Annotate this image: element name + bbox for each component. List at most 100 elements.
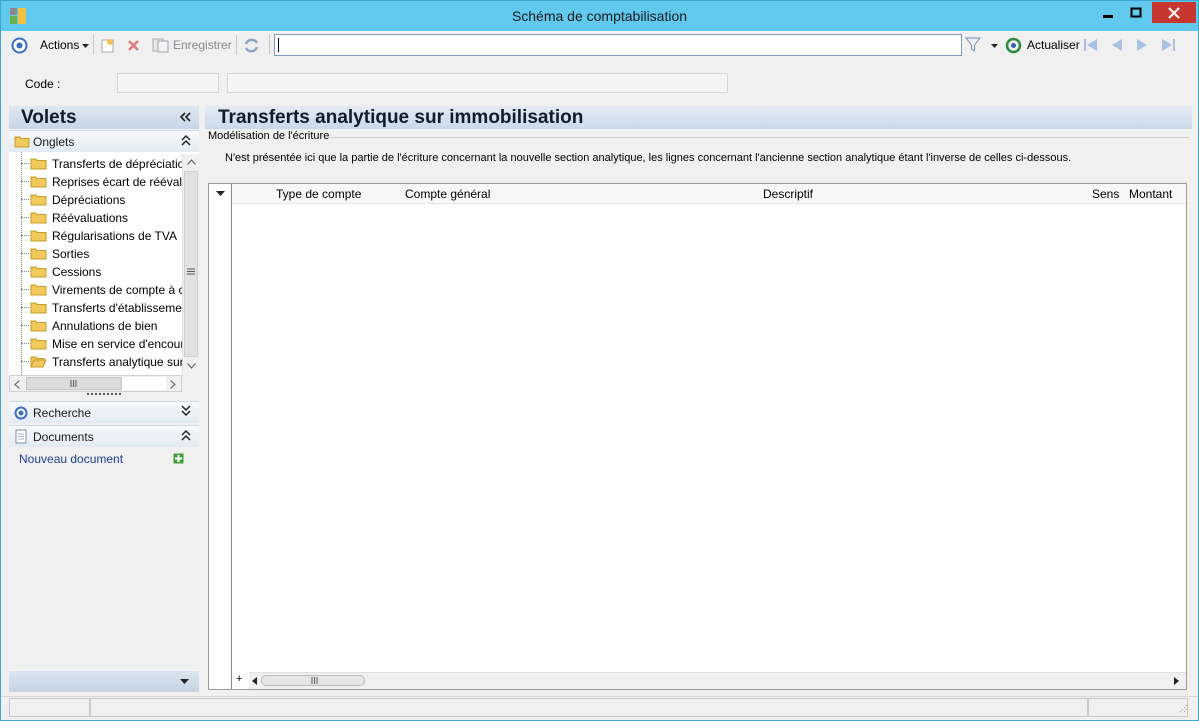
tree-item[interactable]: Transferts de dépréciation xyxy=(9,155,182,173)
tree-item-label: Reprises écart de réévaluation xyxy=(52,175,182,189)
group-divider xyxy=(327,137,1189,138)
add-icon[interactable] xyxy=(173,453,184,464)
folder-icon xyxy=(30,320,47,332)
toolbar-separator xyxy=(269,35,270,55)
tree-item-label: Réévaluations xyxy=(52,211,129,225)
column-header[interactable]: Compte général xyxy=(405,187,490,201)
folder-icon xyxy=(30,284,47,296)
save-button[interactable]: Enregistrer xyxy=(152,36,232,54)
documents-toggle[interactable] xyxy=(181,429,191,444)
back-button[interactable] xyxy=(11,36,28,54)
recherche-toggle[interactable] xyxy=(181,405,191,420)
tree-item-label: Cessions xyxy=(52,265,102,279)
tree-item[interactable]: Annulations de bien xyxy=(9,317,181,335)
refresh-button[interactable]: Actualiser xyxy=(1005,36,1080,54)
last-record-button[interactable] xyxy=(1160,36,1176,54)
tree-guide-line xyxy=(21,343,29,344)
tree-item[interactable]: Transferts analytique sur immobilisation xyxy=(9,353,182,371)
new-document-icon xyxy=(101,38,114,52)
tree-item[interactable]: Reprises écart de réévaluation xyxy=(9,173,182,191)
close-button[interactable] xyxy=(1152,2,1196,23)
resize-grip-icon[interactable] xyxy=(1177,703,1188,714)
group-label: Modélisation de l'écriture xyxy=(208,130,330,142)
onglets-toggle[interactable] xyxy=(181,134,191,149)
tree-guide-line xyxy=(21,289,29,290)
sync-button[interactable] xyxy=(243,36,260,54)
scroll-down-icon xyxy=(187,363,196,369)
documents-section-header[interactable]: Documents xyxy=(9,425,199,447)
window-title: Schéma de comptabilisation xyxy=(511,8,688,24)
add-row-button[interactable]: + xyxy=(236,673,242,685)
actions-menu-button[interactable]: Actions xyxy=(40,36,90,54)
collapse-sidebar-button[interactable] xyxy=(179,110,191,126)
minimize-button[interactable] xyxy=(1094,2,1122,23)
new-document-link[interactable]: Nouveau document xyxy=(19,452,123,466)
filter-button[interactable] xyxy=(965,36,981,54)
tree-item[interactable]: Réévaluations xyxy=(9,209,181,227)
grid-horizontal-scrollbar[interactable] xyxy=(249,672,1186,689)
sync-icon xyxy=(244,38,259,52)
tree-guide-line xyxy=(21,181,29,182)
new-button[interactable] xyxy=(100,36,115,54)
column-header[interactable]: Descriptif xyxy=(763,187,813,201)
toolbar: Actions Enregistrer Actualiser xyxy=(1,31,1198,60)
folder-icon xyxy=(30,212,47,224)
tree-guide-line xyxy=(21,253,29,254)
scroll-left-icon xyxy=(14,380,20,389)
open-folder-icon xyxy=(30,356,47,368)
code-field[interactable] xyxy=(117,73,219,93)
maximize-button[interactable] xyxy=(1122,2,1150,23)
tree-item[interactable]: Transferts d'établissement xyxy=(9,299,182,317)
folder-icon xyxy=(30,230,47,242)
tree-horizontal-scrollbar[interactable] xyxy=(9,375,182,392)
tree-vertical-scrollbar[interactable] xyxy=(182,154,199,375)
chevron-down-icon xyxy=(991,43,998,48)
folder-icon xyxy=(30,302,47,314)
page-title: Transferts analytique sur immobilisation xyxy=(218,107,584,128)
column-header[interactable]: Montant xyxy=(1129,187,1172,201)
recherche-section-header[interactable]: Recherche xyxy=(9,401,199,423)
code-row: Code : xyxy=(1,60,1198,106)
column-header[interactable]: Sens xyxy=(1092,187,1119,201)
next-record-icon xyxy=(1137,39,1147,51)
scroll-thumb[interactable] xyxy=(184,171,198,357)
tree-item[interactable]: Cessions xyxy=(9,263,181,281)
documents-label: Documents xyxy=(33,430,94,444)
double-chevron-up-icon xyxy=(181,134,191,146)
filter-dropdown[interactable] xyxy=(990,36,999,54)
folder-icon xyxy=(14,136,30,148)
tree-guide-line xyxy=(21,199,29,200)
tree-item-label: Annulations de bien xyxy=(52,319,158,333)
column-menu-icon[interactable] xyxy=(216,191,225,197)
sidebar-title: Volets xyxy=(21,107,77,128)
previous-record-button[interactable] xyxy=(1110,36,1124,54)
delete-button[interactable] xyxy=(127,36,140,54)
double-chevron-up-icon xyxy=(181,429,191,441)
sidebar-footer[interactable] xyxy=(9,671,199,692)
circle-back-icon xyxy=(11,37,28,53)
code-description-field[interactable] xyxy=(227,73,728,93)
tree-item-label: Mise en service d'encours xyxy=(52,337,182,351)
search-input[interactable] xyxy=(274,34,962,56)
splitter-grip[interactable] xyxy=(87,393,121,395)
onglets-section-header[interactable]: Onglets xyxy=(9,130,199,152)
scroll-up-icon xyxy=(187,159,196,165)
tree-item-label: Sorties xyxy=(52,247,90,261)
tree-item[interactable]: Régularisations de TVA xyxy=(9,227,181,245)
status-cell xyxy=(1088,698,1188,717)
scroll-right-icon xyxy=(1174,677,1179,685)
tree-item[interactable]: Virements de compte à compte xyxy=(9,281,182,299)
tree-item[interactable]: Mise en service d'encours xyxy=(9,335,182,353)
main-panel: Transferts analytique sur immobilisation… xyxy=(205,106,1192,692)
tree-item[interactable]: Dépréciations xyxy=(9,191,181,209)
column-header[interactable]: Type de compte xyxy=(276,187,361,201)
next-record-button[interactable] xyxy=(1135,36,1149,54)
tree-guide-line xyxy=(21,163,29,164)
tree-item[interactable]: Sorties xyxy=(9,245,181,263)
funnel-icon xyxy=(965,37,981,52)
tree-guide-line xyxy=(21,307,29,308)
first-record-button[interactable] xyxy=(1083,36,1099,54)
entries-grid[interactable]: Type de compte Compte général Descriptif… xyxy=(208,183,1187,690)
onglets-label: Onglets xyxy=(33,135,75,149)
tree-item-label: Transferts d'établissement xyxy=(52,301,182,315)
